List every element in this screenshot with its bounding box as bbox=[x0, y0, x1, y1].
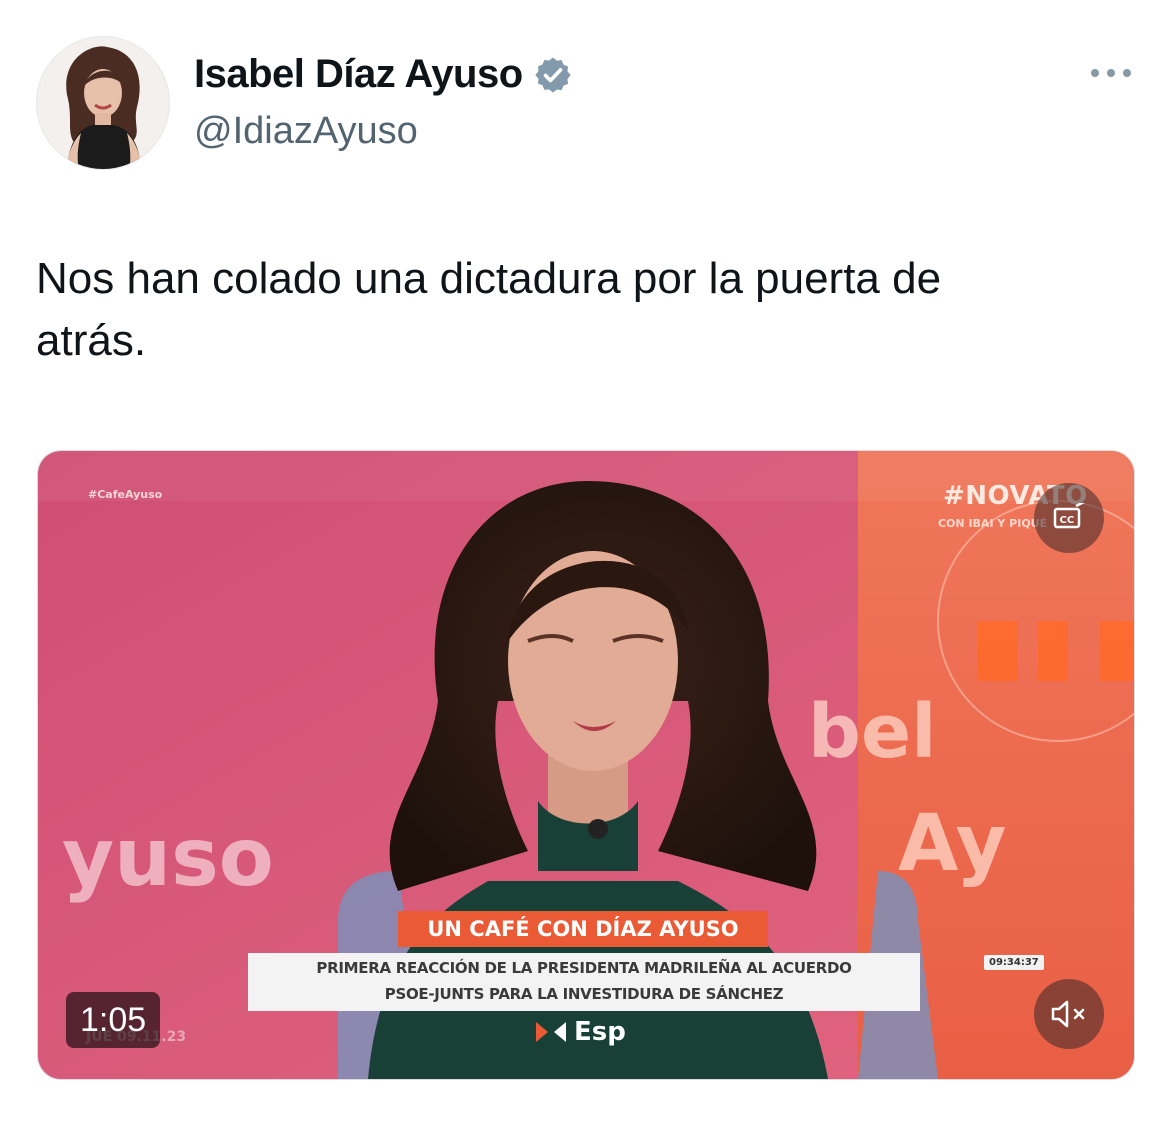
tweet-text-line-1: Nos han colado una dictadura por la puer… bbox=[36, 254, 942, 303]
background-word-right-top: bel bbox=[808, 689, 937, 775]
captions-button[interactable]: CC bbox=[1034, 483, 1104, 553]
lower-third-title: UN CAFÉ CON DÍAZ AYUSO bbox=[398, 911, 768, 947]
tweet-text-line-2: atrás. bbox=[36, 316, 147, 365]
name-row: Isabel Díaz Ayuso bbox=[194, 52, 573, 97]
channel-watermark: Esp bbox=[536, 1017, 626, 1047]
verified-badge-icon bbox=[534, 57, 571, 92]
video-duration: 1:05 bbox=[66, 992, 161, 1048]
mute-button[interactable] bbox=[1034, 979, 1104, 1049]
channel-name: Esp bbox=[574, 1017, 626, 1047]
background-word-left: yuso bbox=[62, 811, 274, 904]
hashtag-label: #CafeAyuso bbox=[88, 488, 163, 501]
channel-logo-icon bbox=[536, 1022, 566, 1042]
tweet-text: Nos han colado una dictadura por la puer… bbox=[36, 248, 1134, 372]
lower-third-subtitle: PRIMERA REACCIÓN DE LA PRESIDENTA MADRIL… bbox=[248, 953, 920, 1011]
user-handle[interactable]: @IdiazAyuso bbox=[194, 110, 418, 153]
lower-third-line-2: PSOE-JUNTS PARA LA INVESTIDURA DE SÁNCHE… bbox=[384, 985, 784, 1003]
video-player[interactable]: #CafeAyuso #NOVATO CON IBAI Y PIQUÉ yuso… bbox=[37, 450, 1135, 1080]
more-options-icon[interactable] bbox=[1088, 58, 1134, 88]
volume-muted-icon bbox=[1051, 1000, 1085, 1028]
display-name[interactable]: Isabel Díaz Ayuso bbox=[194, 52, 523, 97]
avatar[interactable] bbox=[36, 36, 170, 170]
show-subtitle: CON IBAI Y PIQUÉ bbox=[938, 517, 1048, 530]
svg-text:CC: CC bbox=[1060, 515, 1075, 526]
lower-third-line-1: PRIMERA REACCIÓN DE LA PRESIDENTA MADRIL… bbox=[316, 959, 852, 977]
closed-captions-icon: CC bbox=[1053, 503, 1085, 529]
broadcast-clock: 09:34:37 bbox=[984, 955, 1044, 970]
background-word-right-bottom: Ay bbox=[898, 799, 1007, 889]
tweet-header: Isabel Díaz Ayuso @IdiazAyuso bbox=[36, 36, 1134, 176]
